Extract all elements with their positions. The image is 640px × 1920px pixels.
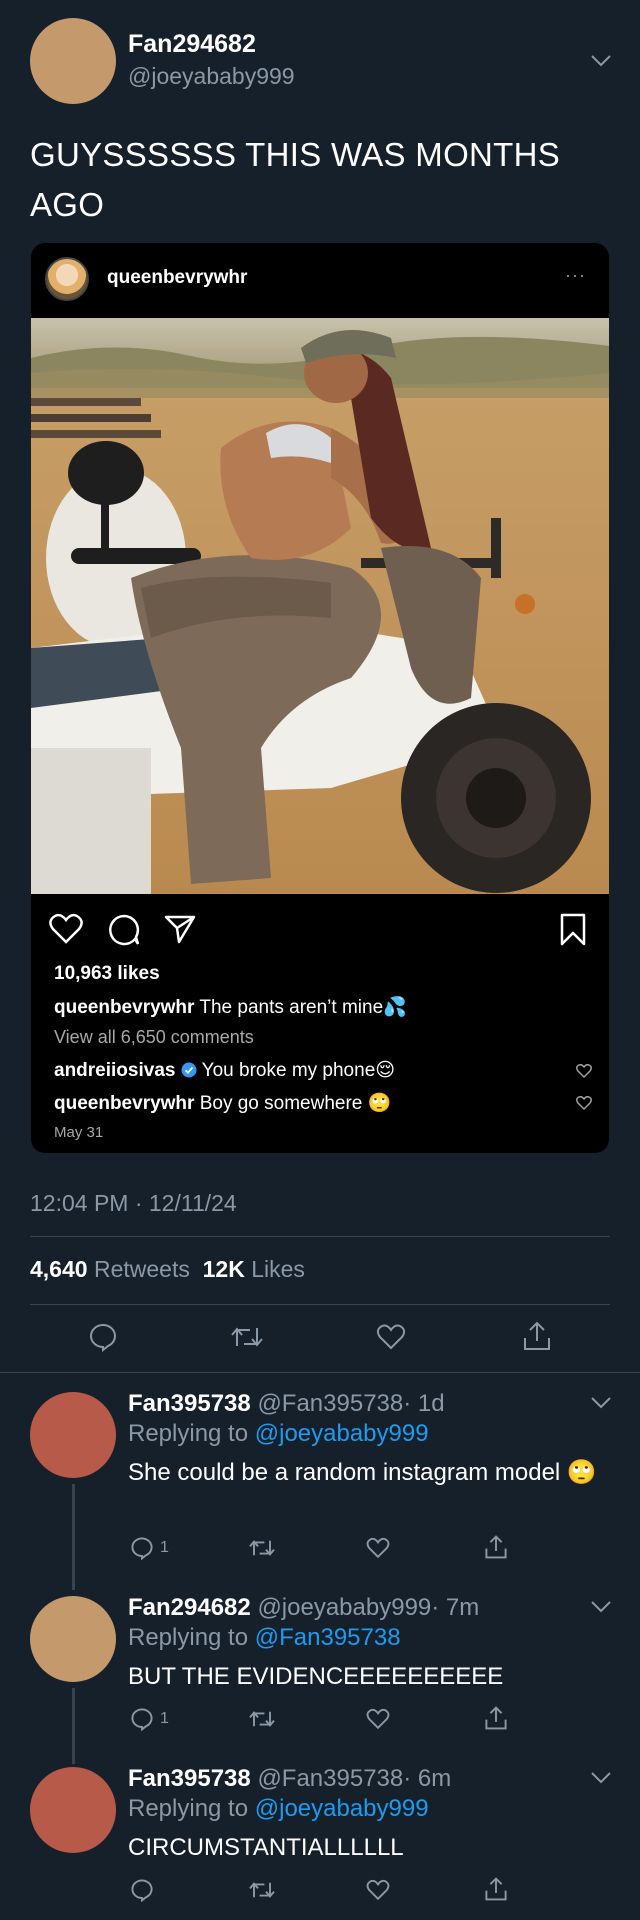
replying-to-handle[interactable]: @Fan395738 xyxy=(255,1624,401,1651)
ig-caption-user[interactable]: queenbevrywhr xyxy=(54,997,194,1018)
replying-to-handle[interactable]: @joeyababy999 xyxy=(255,1420,429,1447)
reply-author-handle[interactable]: @Fan395738 xyxy=(257,1765,403,1792)
heart-icon[interactable] xyxy=(49,913,83,945)
reply-avatar[interactable] xyxy=(30,1392,116,1478)
reply-icon[interactable] xyxy=(130,1536,154,1560)
reply-author-name[interactable]: Fan395738 xyxy=(128,1390,251,1417)
retweet-icon[interactable] xyxy=(248,1878,276,1902)
ig-avatar[interactable] xyxy=(45,257,89,301)
share-send-icon[interactable] xyxy=(163,913,197,945)
retweet-icon[interactable] xyxy=(248,1707,276,1731)
comment-like-heart-icon[interactable] xyxy=(576,1095,592,1111)
replying-to: Replying to @Fan395738 xyxy=(128,1624,401,1652)
reply-text: CIRCUMSTANTIALLLLLL xyxy=(128,1834,404,1861)
share-icon[interactable] xyxy=(484,1705,508,1731)
more-icon[interactable]: ··· xyxy=(565,265,586,286)
reply-action-bar: 1 xyxy=(0,1703,640,1743)
ig-post-date: May 31 xyxy=(54,1124,104,1141)
retweets-count[interactable]: 4,640 xyxy=(30,1256,88,1282)
reply-author-handle[interactable]: @joeyababy999 xyxy=(257,1594,431,1621)
ig-view-all-comments[interactable]: View all 6,650 comments xyxy=(54,1027,254,1048)
ig-caption: queenbevrywhr The pants aren’t mine💦 xyxy=(54,995,407,1019)
share-icon[interactable] xyxy=(484,1876,508,1902)
reply-icon[interactable] xyxy=(88,1322,118,1352)
chevron-down-icon[interactable] xyxy=(590,1600,612,1614)
share-icon[interactable] xyxy=(484,1534,508,1560)
ig-post-photo[interactable] xyxy=(31,318,609,894)
retweets-label[interactable]: Retweets xyxy=(94,1256,190,1282)
author-handle[interactable]: @joeyababy999 xyxy=(128,63,295,90)
like-heart-icon[interactable] xyxy=(366,1536,390,1560)
author-name[interactable]: Fan294682 xyxy=(128,30,256,59)
reply-text: She could be a random instagram model 🙄 xyxy=(128,1459,597,1486)
reply-time[interactable]: · 6m xyxy=(403,1765,451,1792)
ig-action-bar xyxy=(31,909,609,953)
ig-comment-text: You broke my phone😌 xyxy=(201,1060,396,1081)
reply-icon[interactable] xyxy=(130,1878,154,1902)
ig-caption-text: The pants aren’t mine💦 xyxy=(199,997,407,1018)
reply-action-bar: 1 xyxy=(0,1532,640,1572)
reply-header: Fan395738 @Fan395738· 1d xyxy=(128,1390,445,1418)
comment-icon[interactable] xyxy=(107,913,141,947)
replying-to-label: Replying to xyxy=(128,1795,249,1822)
ig-comment: queenbevrywhr Boy go somewhere 🙄 xyxy=(54,1091,391,1115)
ig-likes-count[interactable]: 10,963 likes xyxy=(54,963,160,985)
share-icon[interactable] xyxy=(522,1320,552,1352)
reply-author-name[interactable]: Fan294682 xyxy=(128,1594,251,1621)
tweet-action-bar xyxy=(0,1318,640,1358)
like-heart-icon[interactable] xyxy=(376,1322,406,1352)
comment-like-heart-icon[interactable] xyxy=(576,1063,592,1079)
like-heart-icon[interactable] xyxy=(366,1707,390,1731)
tweet-timestamp[interactable]: 12:04 PM · 12/11/24 xyxy=(30,1190,237,1217)
ig-comment-user[interactable]: andreiiosivas xyxy=(54,1060,175,1081)
ig-comment-text: Boy go somewhere 🙄 xyxy=(199,1093,392,1114)
like-heart-icon[interactable] xyxy=(366,1878,390,1902)
replying-to: Replying to @joeyababy999 xyxy=(128,1795,429,1823)
reply-time[interactable]: · 1d xyxy=(403,1390,444,1417)
likes-label[interactable]: Likes xyxy=(251,1256,305,1282)
author-avatar[interactable] xyxy=(30,18,116,104)
replying-to-handle[interactable]: @joeyababy999 xyxy=(255,1795,429,1822)
divider xyxy=(0,1372,640,1373)
chevron-down-icon[interactable] xyxy=(590,1396,612,1410)
tweet-stats: 4,640 Retweets 12K Likes xyxy=(30,1256,305,1283)
reply-icon[interactable] xyxy=(130,1707,154,1731)
verified-badge-icon xyxy=(181,1062,197,1078)
reply-text: BUT THE EVIDENCEEEEEEEEEE xyxy=(128,1663,504,1690)
bookmark-icon[interactable] xyxy=(559,913,587,947)
reply-count: 1 xyxy=(160,1539,169,1556)
reply-header: Fan294682 @joeyababy999· 7m xyxy=(128,1594,479,1622)
ig-comment: andreiiosivas You broke my phone😌 xyxy=(54,1059,395,1082)
reply-header: Fan395738 @Fan395738· 6m xyxy=(128,1765,451,1793)
reply-avatar[interactable] xyxy=(30,1596,116,1682)
retweet-icon[interactable] xyxy=(230,1322,264,1352)
reply-author-name[interactable]: Fan395738 xyxy=(128,1765,251,1792)
tweet-text: GUYSSSSSS THIS WAS MONTHS AGO xyxy=(30,136,561,223)
replying-to: Replying to @joeyababy999 xyxy=(128,1420,429,1448)
chevron-down-icon[interactable] xyxy=(590,1771,612,1785)
divider xyxy=(30,1236,610,1237)
replying-to-label: Replying to xyxy=(128,1420,249,1447)
retweet-icon[interactable] xyxy=(248,1536,276,1560)
divider xyxy=(30,1304,610,1305)
likes-count[interactable]: 12K xyxy=(203,1256,245,1282)
reply-action-bar xyxy=(0,1874,640,1914)
ig-username[interactable]: queenbevrywhr xyxy=(107,267,247,289)
reply-author-handle[interactable]: @Fan395738 xyxy=(257,1390,403,1417)
reply-time[interactable]: · 7m xyxy=(431,1594,479,1621)
reply-count: 1 xyxy=(160,1710,169,1727)
reply-avatar[interactable] xyxy=(30,1767,116,1853)
ig-comment-user[interactable]: queenbevrywhr xyxy=(54,1093,194,1114)
replying-to-label: Replying to xyxy=(128,1624,249,1651)
chevron-down-icon[interactable] xyxy=(590,54,612,68)
instagram-embed-card[interactable]: queenbevrywhr ··· 10,963 likes queenbevr… xyxy=(31,243,609,1153)
